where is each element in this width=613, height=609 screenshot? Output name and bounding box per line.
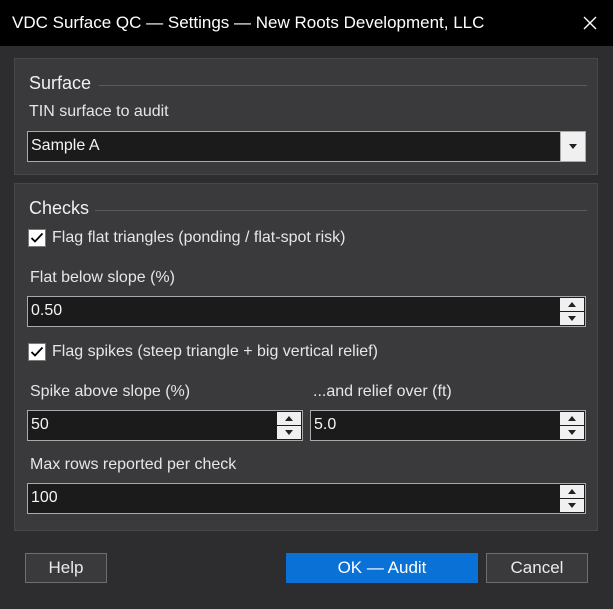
checkmark-icon xyxy=(30,232,44,243)
triangle-down-icon xyxy=(568,503,576,508)
max-rows-decrement-button[interactable] xyxy=(560,499,584,512)
spike-slope-input[interactable]: 50 xyxy=(27,410,303,441)
spike-slope-decrement-button[interactable] xyxy=(277,426,301,439)
relief-value: 5.0 xyxy=(314,416,337,433)
max-rows-input[interactable]: 100 xyxy=(27,483,586,514)
flat-triangles-checkbox[interactable] xyxy=(28,229,46,247)
dropdown-arrow-button[interactable] xyxy=(560,132,585,161)
flat-slope-value: 0.50 xyxy=(31,302,63,319)
flat-slope-increment-button[interactable] xyxy=(560,298,584,311)
triangle-up-icon xyxy=(568,302,576,307)
flat-slope-input[interactable]: 0.50 xyxy=(27,296,586,327)
flat-triangles-checkbox-row[interactable]: Flag flat triangles (ponding / flat-spot… xyxy=(28,229,345,247)
surface-group: Surface TIN surface to audit Sample A xyxy=(14,58,598,175)
relief-spinner xyxy=(560,412,584,439)
spike-slope-spinner xyxy=(277,412,301,439)
triangle-up-icon xyxy=(568,489,576,494)
title-bar: VDC Surface QC — Settings — New Roots De… xyxy=(0,0,613,46)
relief-decrement-button[interactable] xyxy=(560,426,584,439)
triangle-down-icon xyxy=(285,430,293,435)
spike-slope-increment-button[interactable] xyxy=(277,412,301,425)
max-rows-increment-button[interactable] xyxy=(560,485,584,498)
relief-label: ...and relief over (ft) xyxy=(313,383,452,400)
flat-slope-spinner xyxy=(560,298,584,325)
close-button[interactable] xyxy=(567,0,613,46)
ok-audit-button[interactable]: OK — Audit xyxy=(286,553,478,583)
close-icon xyxy=(583,16,597,30)
triangle-down-icon xyxy=(568,316,576,321)
checkmark-icon xyxy=(30,346,44,357)
triangle-up-icon xyxy=(568,416,576,421)
relief-input[interactable]: 5.0 xyxy=(310,410,586,441)
spike-slope-label: Spike above slope (%) xyxy=(30,383,191,400)
max-rows-value: 100 xyxy=(31,489,58,506)
window-title: VDC Surface QC — Settings — New Roots De… xyxy=(12,13,485,32)
spikes-checkbox[interactable] xyxy=(28,343,46,361)
checks-group: Checks Flag flat triangles (ponding / fl… xyxy=(14,183,598,531)
cancel-button[interactable]: Cancel xyxy=(486,553,588,583)
help-button[interactable]: Help xyxy=(25,553,107,583)
spikes-checkbox-row[interactable]: Flag spikes (steep triangle + big vertic… xyxy=(28,343,378,361)
max-rows-label: Max rows reported per check xyxy=(30,456,237,473)
surface-dropdown-value: Sample A xyxy=(31,137,100,154)
max-rows-spinner xyxy=(560,485,584,512)
chevron-down-icon xyxy=(569,144,577,149)
relief-increment-button[interactable] xyxy=(560,412,584,425)
spike-slope-value: 50 xyxy=(31,416,49,433)
triangle-down-icon xyxy=(568,430,576,435)
flat-slope-decrement-button[interactable] xyxy=(560,312,584,325)
surface-group-title: Surface xyxy=(29,73,92,93)
triangle-up-icon xyxy=(285,416,293,421)
surface-label: TIN surface to audit xyxy=(29,103,169,120)
flat-triangles-checkbox-label: Flag flat triangles (ponding / flat-spot… xyxy=(52,229,346,246)
flat-slope-label: Flat below slope (%) xyxy=(30,269,175,286)
spikes-checkbox-label: Flag spikes (steep triangle + big vertic… xyxy=(52,343,378,360)
surface-dropdown[interactable]: Sample A xyxy=(27,131,586,162)
checks-group-divider xyxy=(95,210,587,211)
surface-group-divider xyxy=(99,85,587,86)
checks-group-title: Checks xyxy=(29,198,90,218)
